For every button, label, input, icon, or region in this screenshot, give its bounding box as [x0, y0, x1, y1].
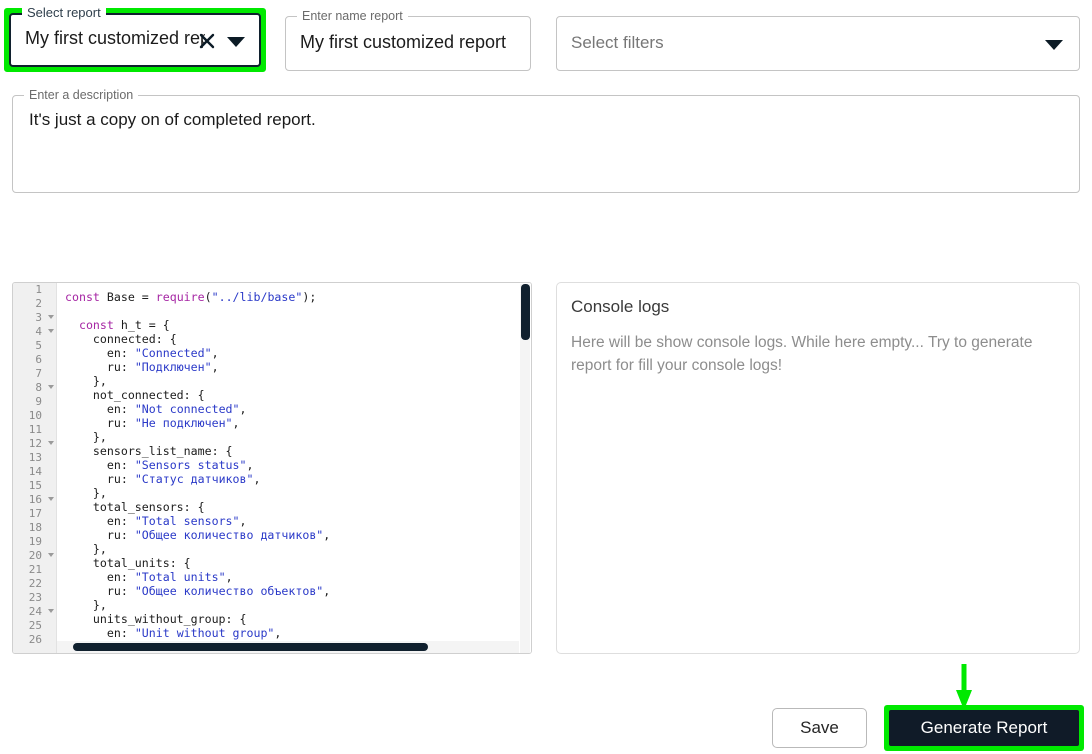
- save-button[interactable]: Save: [772, 708, 867, 748]
- editor-line-number: 13: [28, 451, 42, 464]
- editor-vertical-scrollbar[interactable]: [520, 284, 530, 653]
- editor-line-number: 25: [28, 619, 42, 632]
- editor-line-number: 4: [13, 325, 56, 339]
- editor-vertical-scrollbar-thumb[interactable]: [521, 284, 530, 340]
- code-fold-triangle-icon[interactable]: [48, 609, 54, 613]
- editor-line-number: 23: [28, 591, 42, 604]
- editor-line-number: 17: [28, 507, 42, 520]
- editor-line-number: 1: [35, 283, 42, 296]
- report-editor-page: Select report My first customized repo E…: [0, 0, 1092, 754]
- editor-line-number: 16: [13, 493, 56, 507]
- description-textarea[interactable]: Enter a description It's just a copy on …: [12, 88, 1080, 193]
- editor-code-text: const Base = require("../lib/base"); con…: [65, 290, 331, 653]
- editor-code-area[interactable]: const Base = require("../lib/base"); con…: [57, 283, 531, 653]
- chevron-down-icon[interactable]: [1043, 37, 1065, 53]
- select-filters-dropdown[interactable]: Select filters: [556, 16, 1080, 71]
- editor-line-number: 2: [35, 297, 42, 310]
- select-report-value: My first customized repo: [25, 28, 205, 48]
- editor-line-number: 5: [35, 339, 42, 352]
- editor-line-number: 20: [13, 549, 56, 563]
- select-report-legend: Select report: [22, 6, 106, 20]
- chevron-down-icon[interactable]: [225, 34, 247, 50]
- editor-line-number: 21: [28, 563, 42, 576]
- generate-report-button[interactable]: Generate Report: [889, 710, 1079, 746]
- code-fold-triangle-icon[interactable]: [48, 329, 54, 333]
- editor-line-number: 24: [13, 605, 56, 619]
- caret-shape: [227, 37, 245, 47]
- editor-horizontal-scrollbar[interactable]: [57, 641, 519, 653]
- code-editor[interactable]: 1 2 3 4 5 6 7 8 9 10 11 12 13 14 15 16 17 18 19 20 21 22 23 24 2…: [12, 282, 532, 654]
- editor-line-number: 7: [35, 367, 42, 380]
- editor-line-number: 18: [28, 521, 42, 534]
- editor-line-number: 8: [13, 381, 56, 395]
- editor-line-number: 19: [28, 535, 42, 548]
- editor-gutter: 1 2 3 4 5 6 7 8 9 10 11 12 13 14 15 16 17 18 19 20 21 22 23 24 2…: [13, 283, 57, 653]
- console-logs-panel: Console logs Here will be show console l…: [556, 282, 1080, 654]
- console-logs-title: Console logs: [571, 297, 670, 316]
- code-fold-triangle-icon[interactable]: [48, 441, 54, 445]
- editor-line-number: 22: [28, 577, 42, 590]
- report-name-field[interactable]: Enter name report My first customized re…: [285, 9, 531, 71]
- code-fold-triangle-icon[interactable]: [48, 385, 54, 389]
- caret-shape: [1045, 40, 1063, 50]
- editor-line-number: 12: [13, 437, 56, 451]
- editor-line-number: 3: [13, 311, 56, 325]
- editor-horizontal-scrollbar-thumb[interactable]: [73, 643, 428, 651]
- console-logs-empty-message: Here will be show console logs. While he…: [571, 334, 1033, 374]
- editor-line-number: 9: [35, 395, 42, 408]
- editor-line-number: 10: [28, 409, 42, 422]
- editor-line-number: 26: [28, 633, 42, 646]
- report-name-value: My first customized report: [300, 32, 507, 52]
- report-name-legend: Enter name report: [297, 9, 408, 23]
- select-filters-placeholder: Select filters: [571, 33, 664, 52]
- description-legend: Enter a description: [24, 88, 139, 102]
- editor-line-number: 6: [35, 353, 42, 366]
- select-report-dropdown[interactable]: Select report My first customized repo: [9, 6, 261, 67]
- close-icon[interactable]: [195, 29, 219, 53]
- editor-line-number: 11: [28, 423, 42, 436]
- code-fold-triangle-icon[interactable]: [48, 553, 54, 557]
- editor-toolbar: Editor font size: 14 - + FULLSCREEN SWIT…: [0, 228, 1092, 487]
- code-fold-triangle-icon[interactable]: [48, 497, 54, 501]
- editor-line-number: 14: [28, 465, 42, 478]
- description-value: It's just a copy on of completed report.: [29, 110, 316, 129]
- editor-line-number: 15: [28, 479, 42, 492]
- code-fold-triangle-icon[interactable]: [48, 315, 54, 319]
